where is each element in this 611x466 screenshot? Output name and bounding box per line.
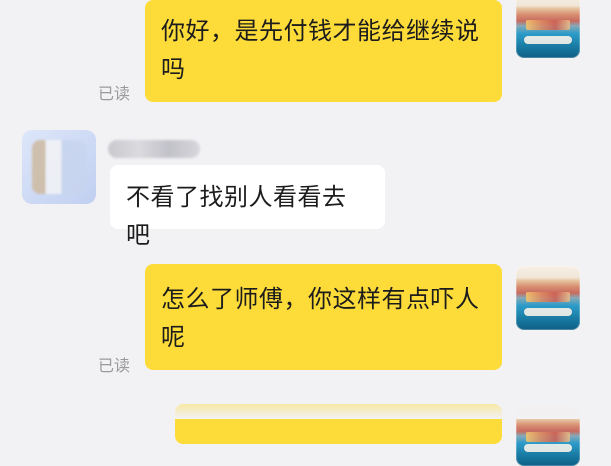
my-avatar-icon-3[interactable] bbox=[516, 406, 580, 466]
read-status-1: 已读 bbox=[98, 84, 131, 103]
message-bubble-me-2[interactable]: 怎么了师傅，你这样有点吓人 呢 bbox=[145, 264, 502, 370]
message-bubble-other-1[interactable]: 不看了找别人看看去吧 bbox=[110, 165, 385, 249]
message-line-2: 吗 bbox=[161, 55, 186, 83]
message-line-2: 呢 bbox=[161, 323, 186, 351]
message-bubble-me-1[interactable]: 你好，是先付钱才能给继续说 吗 bbox=[145, 0, 502, 102]
chat-area: 已读 你好，是先付钱才能给继续说 吗 不看了找别人看看去吧 已读 怎么了师傅，你… bbox=[0, 0, 611, 466]
message-text: 不看了找别人看看去吧 bbox=[126, 183, 347, 249]
avatar-blur-icon bbox=[32, 140, 86, 194]
message-line-1: 你好，是先付钱才能给继续说 bbox=[161, 17, 480, 45]
message-bubble-me-partial[interactable] bbox=[175, 404, 502, 444]
my-avatar-icon-2[interactable] bbox=[516, 266, 580, 330]
read-status-2: 已读 bbox=[98, 356, 131, 375]
sender-name-blurred bbox=[108, 140, 200, 158]
other-avatar-icon[interactable] bbox=[22, 130, 96, 204]
message-line-1: 怎么了师傅，你这样有点吓人 bbox=[161, 285, 480, 313]
my-avatar-icon[interactable] bbox=[516, 0, 580, 58]
